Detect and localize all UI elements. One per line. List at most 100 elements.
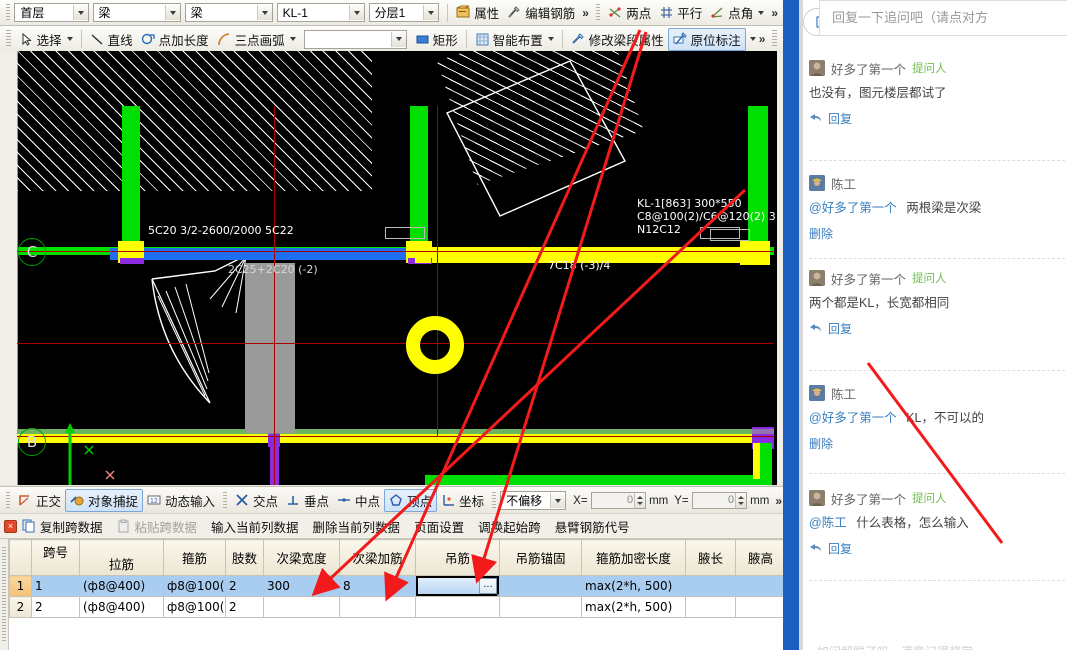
input-current-column-command[interactable]: 输入当前列数据 xyxy=(211,517,299,536)
comment-username[interactable]: 好多了第一个 xyxy=(831,269,906,288)
col-header-secondary-beam-reinforce[interactable]: 次梁加筋 xyxy=(339,539,416,576)
parallel-button[interactable]: 平行 xyxy=(655,2,706,23)
two-point-button[interactable]: 两点 xyxy=(604,2,655,23)
comment-mention[interactable]: @好多了第一个 xyxy=(809,201,897,215)
edit-rebar-button[interactable]: 编辑钢筋 xyxy=(503,2,579,23)
modify-beam-segment-button[interactable]: 修改梁段属性 xyxy=(567,29,668,50)
avatar-engineer[interactable] xyxy=(809,385,825,401)
cell-haunch-height[interactable] xyxy=(735,575,783,597)
delete-button[interactable]: 删除 xyxy=(809,225,1065,242)
cell-stirrup-dense-length[interactable]: max(2*h, 500) xyxy=(581,575,686,597)
chevron-down-icon[interactable] xyxy=(66,37,73,41)
chevron-down-icon[interactable] xyxy=(550,493,566,508)
cell-secondary-beam-reinforce[interactable] xyxy=(339,596,416,618)
avatar-asker[interactable] xyxy=(809,270,825,286)
cell-limb-count[interactable]: 2 xyxy=(225,575,264,597)
ortho-toggle[interactable]: 正交 xyxy=(14,490,65,511)
coordinate-toggle[interactable]: 坐标 xyxy=(437,490,488,511)
cell-stirrup-dense-length[interactable]: max(2*h, 500) xyxy=(581,596,686,618)
row-number-cell[interactable]: 1 xyxy=(9,575,32,597)
reply-button[interactable]: 回复 xyxy=(809,540,1065,557)
cell-secondary-beam-width[interactable] xyxy=(263,596,340,618)
y-stepper[interactable] xyxy=(735,493,747,508)
comment-mention[interactable]: @好多了第一个 xyxy=(809,411,897,425)
chevron-down-icon[interactable] xyxy=(164,5,180,20)
col-header-hanging-rebar-anchor[interactable]: 吊筋锚固 xyxy=(499,539,582,576)
toolbar-overflow-button[interactable]: » xyxy=(579,6,592,20)
avatar-asker[interactable] xyxy=(809,490,825,506)
col-header-hanging-rebar[interactable]: 吊筋 xyxy=(415,539,500,576)
cantilever-rebar-code-command[interactable]: 悬臂钢筋代号 xyxy=(555,517,630,536)
toolbar-grip-4[interactable] xyxy=(772,30,777,48)
col-header-row-number[interactable] xyxy=(9,539,32,576)
chevron-down-icon[interactable] xyxy=(758,10,765,15)
select-tool-button[interactable]: 选择 xyxy=(15,29,77,50)
swap-start-span-command[interactable]: 调换起始跨 xyxy=(478,517,541,536)
col-header-tie-rebar[interactable]: 拉筋 xyxy=(79,539,164,576)
floor-select[interactable]: 首层 xyxy=(14,3,89,22)
chevron-down-icon[interactable] xyxy=(72,5,88,20)
y-coordinate-input[interactable]: 0 xyxy=(691,492,748,509)
component-type-select[interactable]: 梁 xyxy=(92,3,181,22)
delete-button[interactable]: 删除 xyxy=(809,435,1065,452)
statusbar-overflow-button[interactable]: » xyxy=(772,494,783,508)
cell-haunch-length[interactable] xyxy=(685,575,736,597)
col-header-haunch-height[interactable]: 腋高 xyxy=(735,539,783,576)
comment-username[interactable]: 陈工 xyxy=(831,174,856,193)
smart-layout-button[interactable]: 智能布置 xyxy=(471,29,558,50)
chevron-down-icon[interactable] xyxy=(390,31,406,47)
chevron-down-icon[interactable] xyxy=(256,5,272,20)
cell-limb-count[interactable]: 2 xyxy=(225,596,264,618)
col-header-secondary-beam-width[interactable]: 次梁宽度 xyxy=(263,539,340,576)
comment-username[interactable]: 陈工 xyxy=(831,384,856,403)
chevron-down-icon[interactable] xyxy=(547,37,554,41)
beam-data-table[interactable]: 跨号 拉筋 箍筋 肢数 次梁宽度 次梁加筋 吊筋 吊筋锚固 箍筋加密长度 腋长 … xyxy=(9,539,783,618)
fill-handle[interactable] xyxy=(497,594,499,596)
cell-hanging-rebar-anchor[interactable] xyxy=(499,596,582,618)
avatar-asker[interactable] xyxy=(809,60,825,76)
page-setup-command[interactable]: 页面设置 xyxy=(414,517,464,536)
draw-mode-select[interactable] xyxy=(303,29,407,49)
paste-span-data-command[interactable]: 粘贴跨数据 xyxy=(117,517,197,536)
cell-secondary-beam-reinforce[interactable]: 8 xyxy=(339,575,416,597)
reply-input[interactable]: 回复一下追问吧（请点对方 xyxy=(819,0,1067,36)
line-tool-button[interactable]: 直线 xyxy=(86,29,137,50)
chevron-down-icon[interactable] xyxy=(348,5,364,20)
toolbar-overflow-button-2[interactable]: » xyxy=(768,6,781,20)
statusbar-grip-2[interactable] xyxy=(223,491,228,510)
reply-button[interactable]: 回复 xyxy=(809,110,1065,127)
col-header-haunch-length[interactable]: 腋长 xyxy=(685,539,736,576)
col-header-stirrup-dense-length[interactable]: 箍筋加密长度 xyxy=(581,539,686,576)
cad-drawing-canvas[interactable]: 5C20 3/2-2600/2000 5C22 2C25+2C20 (-2) 7… xyxy=(0,51,783,485)
cell-stirrup[interactable]: ф8@100(2) xyxy=(163,596,226,618)
toolbar-overflow-button-3[interactable]: » xyxy=(756,32,769,46)
statusbar-grip-3[interactable] xyxy=(492,491,497,510)
dynamic-input-toggle[interactable]: 12 动态输入 xyxy=(143,490,219,511)
chevron-down-icon[interactable] xyxy=(289,37,296,41)
toolbar-grip[interactable] xyxy=(6,3,11,22)
cell-span-number[interactable]: 2 xyxy=(31,596,80,618)
cell-span-number[interactable]: 1 xyxy=(31,575,80,597)
point-extend-button[interactable]: 点加长度 xyxy=(137,29,213,50)
in-situ-annotation-grid[interactable]: 跨号 拉筋 箍筋 肢数 次梁宽度 次梁加筋 吊筋 吊筋锚固 箍筋加密长度 腋长 … xyxy=(0,538,783,650)
cell-tie-rebar[interactable]: (ф8@400) xyxy=(79,575,164,597)
cell-hanging-rebar-selected[interactable]: ... xyxy=(415,575,500,597)
midpoint-snap[interactable]: 中点 xyxy=(333,490,384,511)
cell-hanging-rebar[interactable] xyxy=(415,596,500,618)
statusbar-grip[interactable] xyxy=(6,491,10,510)
avatar-engineer[interactable] xyxy=(809,175,825,191)
row-number-cell[interactable]: 2 xyxy=(9,596,32,618)
point-angle-button[interactable]: 点角 xyxy=(706,2,768,23)
object-snap-toggle[interactable]: 对象捕捉 xyxy=(65,489,144,512)
comment-username[interactable]: 好多了第一个 xyxy=(831,489,906,508)
in-situ-annotation-button[interactable]: 原位标注 xyxy=(667,27,746,51)
cell-stirrup[interactable]: ф8@100(2) xyxy=(163,575,226,597)
comment-mention[interactable]: @陈工 xyxy=(809,516,847,530)
rectangle-button[interactable]: 矩形 xyxy=(411,29,462,50)
offset-mode-select[interactable]: 不偏移 xyxy=(500,491,567,510)
col-header-span-number[interactable]: 跨号 xyxy=(31,539,80,576)
cell-hanging-rebar-anchor[interactable] xyxy=(499,575,582,597)
x-coordinate-input[interactable]: 0 xyxy=(590,492,647,509)
close-icon[interactable]: × xyxy=(4,520,17,533)
perpendicular-snap[interactable]: 垂点 xyxy=(282,490,333,511)
